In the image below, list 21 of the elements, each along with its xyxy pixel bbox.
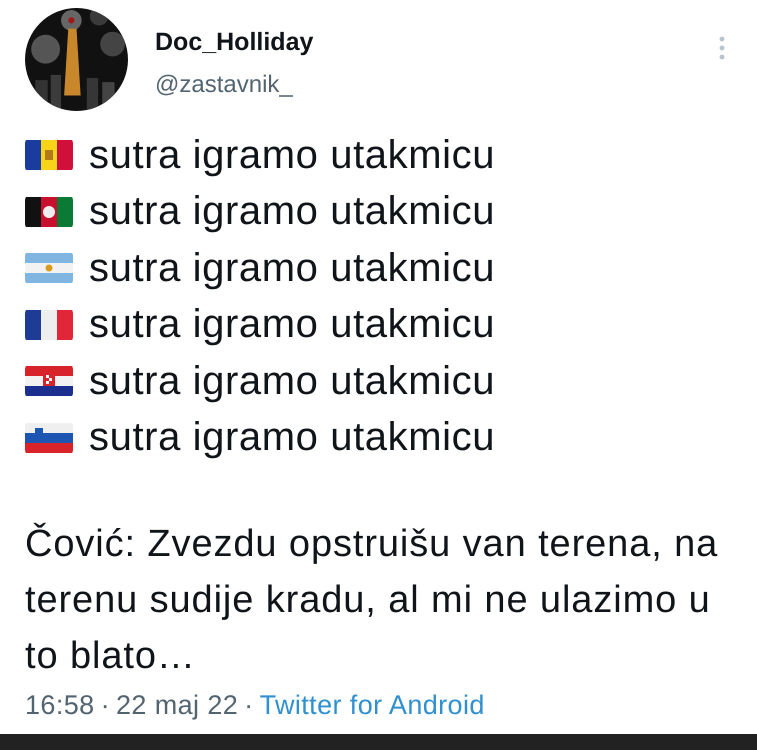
tweet-time: 16:58 — [25, 690, 95, 720]
tweet-date: 22 maj 22 — [116, 690, 238, 720]
flag-icon — [25, 138, 73, 172]
tweet-line: sutra igramo utakmicu — [89, 302, 496, 348]
tweet-line: sutra igramo utakmicu — [89, 132, 496, 178]
tweet-line: sutra igramo utakmicu — [89, 189, 496, 234]
author-handle[interactable]: @zastavnik_ — [155, 71, 719, 99]
flag-icon — [25, 308, 73, 342]
tweet-line: sutra igramo utakmicu — [89, 415, 496, 460]
separator-dot: · — [100, 690, 110, 720]
flag-icon — [25, 194, 73, 229]
flag-icon — [25, 420, 73, 455]
flag-icon — [25, 364, 73, 398]
source-link[interactable]: Twitter for Android — [260, 690, 485, 720]
author-name[interactable]: Doc_Holliday — [155, 28, 719, 57]
separator-dot: · — [244, 690, 254, 720]
tweet-line: sutra igramo utakmicu — [89, 358, 496, 404]
more-options-icon[interactable] — [719, 36, 725, 60]
flag-icon — [25, 251, 73, 286]
tweet-line: sutra igramo utakmicu — [89, 246, 496, 291]
tweet-text: Čović: Zvezdu opstruišu van terena, na terenu sudije kradu, al mi ne ulazimo u to blato… — [25, 522, 720, 679]
